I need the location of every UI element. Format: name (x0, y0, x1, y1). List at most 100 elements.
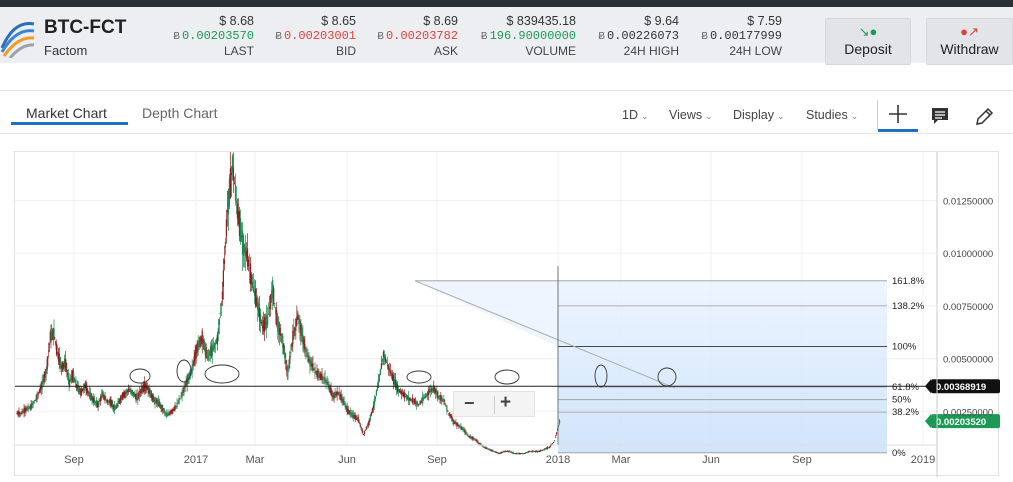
fibonacci-retracement[interactable]: 161.8% 138.2% 100% 61.8% 50%38.2% 0% (414, 266, 925, 459)
candle-body (264, 317, 266, 332)
candle-body (466, 433, 468, 435)
candle-body (214, 342, 216, 345)
candle-body (418, 404, 420, 406)
candle-body (372, 405, 374, 409)
interval-dropdown[interactable]: 1D ⌄ (622, 108, 649, 122)
candle-body (359, 424, 361, 427)
candle-body (230, 172, 233, 175)
coin-name: Factom (44, 43, 88, 58)
candle-body (222, 270, 224, 287)
zoom-out-button[interactable]: − (464, 393, 475, 414)
annotation-ellipse (176, 359, 192, 383)
candle-body (419, 403, 421, 405)
candle-body (443, 399, 445, 403)
studies-dropdown[interactable]: Studies ⌄ (806, 108, 858, 122)
candle-body (289, 356, 291, 365)
stat-usd: $ 839435.18 (506, 14, 576, 28)
fib-level-label: 61.8% (892, 382, 919, 393)
stat-btc: 0.00177999 (709, 29, 782, 43)
candle-body (34, 399, 36, 401)
candle-body (273, 288, 275, 305)
withdraw-button[interactable]: ●↗ Withdraw (926, 18, 1013, 65)
candle-body (380, 363, 383, 370)
zoom-in-button[interactable]: + (500, 392, 511, 414)
candle-body (554, 436, 557, 438)
candle-body (412, 397, 414, 403)
candle-body (425, 395, 427, 397)
y-tick-label: 0.00250000 (943, 407, 993, 418)
chart-tabs-bar: Market Chart Depth Chart 1D ⌄ Views ⌄ Disp… (0, 90, 1013, 134)
y-tick-label: 0.00500000 (943, 355, 993, 366)
candle-body (548, 446, 551, 448)
candle-body (167, 413, 169, 417)
candle-body (367, 422, 369, 426)
candle-body (362, 434, 364, 436)
last-price-tag-arrow (925, 414, 931, 429)
candle-body (225, 219, 227, 237)
tab-market-chart[interactable]: Market Chart (26, 105, 107, 121)
candle-body (217, 327, 219, 334)
candle-body (48, 343, 51, 345)
candle-body (405, 394, 408, 400)
market-chart-panel[interactable]: 161.8% 138.2% 100% 61.8% 50% 38.2% 0% 0.003689… (14, 149, 1000, 477)
candle-body (105, 398, 107, 401)
display-dropdown[interactable]: Display ⌄ (733, 108, 785, 122)
candle-body (360, 426, 362, 431)
views-dropdown[interactable]: Views ⌄ (669, 108, 713, 122)
zoom-control: − + (453, 391, 535, 417)
interval-label: 1D (622, 108, 638, 122)
candle-body (219, 312, 221, 314)
fib-area (558, 280, 887, 453)
candle-body (428, 389, 430, 396)
crosshair-button[interactable] (878, 99, 918, 132)
btc-symbol: Ƀ (173, 31, 180, 42)
display-label: Display (733, 108, 774, 122)
studies-label: Studies (806, 108, 848, 122)
candle-body (123, 391, 125, 398)
fib-level-label: 161.8% (892, 276, 925, 287)
candle-body (33, 400, 35, 404)
candle-body (551, 443, 554, 445)
candle-body (163, 410, 166, 413)
candle-body (37, 394, 39, 396)
candle-body (229, 168, 232, 199)
stat-24h-low: $ 7.59 Ƀ 0.00177999 24H LOW (662, 14, 782, 59)
draw-button[interactable] (972, 105, 996, 127)
fib-level-label: 50% (892, 395, 912, 406)
candle-body (557, 425, 560, 427)
candle-body (556, 429, 559, 431)
candle-body (363, 430, 365, 434)
chevron-down-icon: ⌄ (777, 111, 785, 121)
tab-depth-chart[interactable]: Depth Chart (142, 105, 217, 121)
annotation-ellipse (494, 369, 520, 385)
candle-body (325, 379, 327, 383)
candle-body (239, 218, 242, 242)
crosshair-icon (889, 105, 907, 123)
comment-button[interactable] (928, 105, 952, 127)
deposit-button[interactable]: ↘● Deposit (825, 18, 911, 65)
pencil-icon (976, 107, 994, 125)
candle-body (224, 241, 226, 248)
candle-body (119, 396, 122, 403)
stat-label: 24H HIGH (623, 44, 679, 58)
x-tick-label: Sep (792, 454, 812, 466)
fib-level-label: 138.2% (892, 301, 925, 312)
candlestick-chart[interactable]: 161.8% 138.2% 100% 61.8% 50%38.2% 0% 0.003689… (15, 149, 1000, 477)
candle-body (235, 200, 238, 204)
candle-body (267, 315, 269, 326)
x-tick-label: Jun (702, 454, 720, 466)
candle-body (422, 396, 424, 404)
candle-body (317, 370, 319, 381)
candle-body (474, 438, 476, 441)
chevron-down-icon: ⌄ (640, 111, 649, 121)
btc-symbol: Ƀ (275, 31, 282, 42)
last-price-label: 0.00203520 (936, 417, 986, 428)
candle-body (423, 397, 425, 400)
stat-24h-high: $ 9.64 Ƀ 0.00226073 24H HIGH (559, 14, 679, 59)
candle-body (321, 374, 323, 381)
stat-usd: $ 9.64 (644, 14, 679, 28)
candle-body (127, 388, 129, 393)
candle-body (447, 410, 449, 412)
candle-body (285, 360, 287, 364)
candle-body (286, 366, 288, 372)
